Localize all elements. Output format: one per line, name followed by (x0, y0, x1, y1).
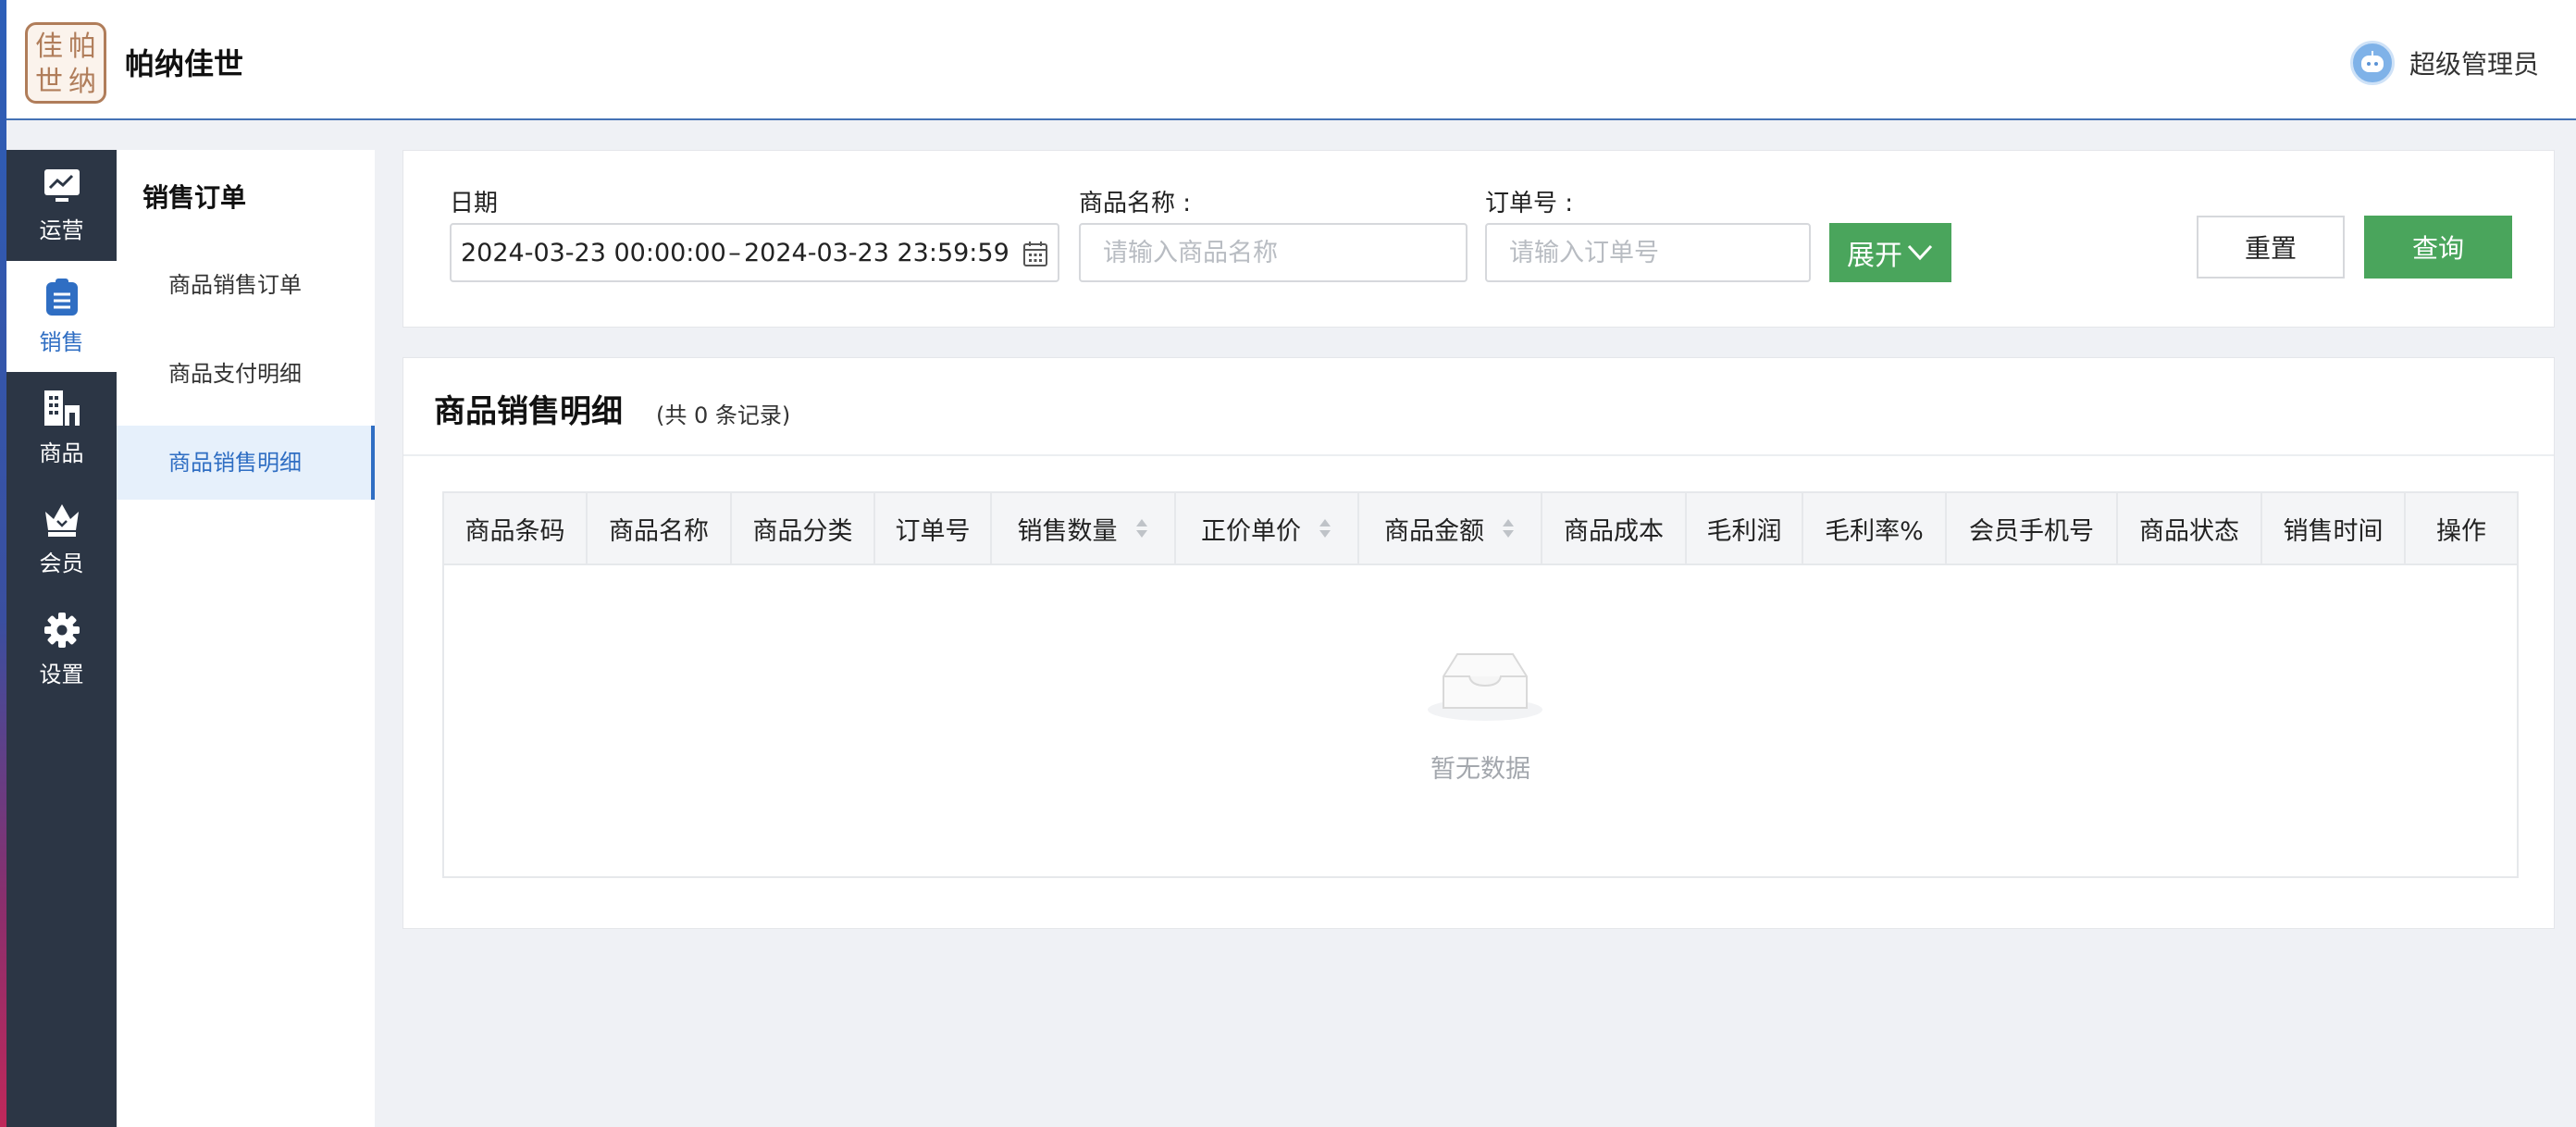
primary-nav: 运营 销售 商品 会员 设置 (6, 150, 117, 1127)
date-range-picker[interactable]: 2024-03-23 00:00:00 – 2024-03-23 23:59:5… (450, 223, 1059, 282)
user-menu[interactable]: 超级管理员 (2349, 41, 2539, 85)
column-label: 商品成本 (1564, 516, 1664, 546)
nav-item-operations[interactable]: 运营 (6, 150, 117, 261)
column-label: 会员手机号 (1969, 516, 2094, 546)
product-name-input[interactable] (1079, 223, 1468, 282)
column-header-gross-profit: 毛利润 (1687, 493, 1803, 564)
logo-char: 世 (35, 66, 63, 98)
column-label: 毛利润 (1706, 516, 1782, 546)
page-title: 商品销售明细 (434, 393, 623, 430)
nav-label: 商品 (39, 440, 84, 466)
top-header: 佳 帕 世 纳 帕纳佳世 超级管理员 (6, 0, 2576, 120)
column-label: 商品金额 (1384, 516, 1484, 546)
column-header-member-phone: 会员手机号 (1947, 493, 2118, 564)
crown-icon (44, 503, 79, 537)
column-header-sale-time: 销售时间 (2262, 493, 2406, 564)
sub-nav: 销售订单 商品销售订单 商品支付明细 商品销售明细 (117, 150, 375, 1127)
expand-label: 展开 (1847, 241, 1902, 271)
robot-avatar-icon (2360, 51, 2384, 72)
column-label: 正价单价 (1201, 516, 1301, 546)
column-label: 商品条码 (464, 516, 565, 546)
brand-name: 帕纳佳世 (125, 46, 244, 81)
filter-panel: 日期 2024-03-23 00:00:00 – 2024-03-23 23:5… (402, 150, 2555, 328)
chevron-down-icon (1907, 244, 1933, 261)
column-header-category: 商品分类 (732, 493, 875, 564)
column-label: 商品名称 (609, 516, 709, 546)
column-label: 商品状态 (2139, 516, 2239, 546)
clipboard-icon (45, 278, 78, 316)
gear-icon (43, 612, 80, 648)
column-header-amount[interactable]: 商品金额 (1359, 493, 1542, 564)
date-start-value[interactable]: 2024-03-23 00:00:00 (461, 239, 725, 267)
empty-inbox-icon (1428, 653, 1542, 721)
column-header-order-number: 订单号 (875, 493, 992, 564)
window-edge-strip (0, 0, 6, 1127)
column-header-cost: 商品成本 (1542, 493, 1687, 564)
nav-item-sales[interactable]: 销售 (6, 261, 117, 372)
query-button[interactable]: 查询 (2364, 216, 2512, 279)
table-header: 商品条码 商品名称 商品分类 订单号 销售数量 正价单价 商品金额 商品成本 毛… (444, 493, 2517, 565)
column-label: 订单号 (895, 516, 971, 546)
column-header-barcode: 商品条码 (444, 493, 588, 564)
user-name[interactable]: 超级管理员 (2409, 44, 2539, 81)
app-root: 佳 帕 世 纳 帕纳佳世 超级管理员 运营 销售 商品 会员 设置 销售订单 商… (0, 0, 2576, 1127)
result-panel: 商品销售明细 (共 0 条记录) 商品条码 商品名称 商品分类 订单号 销售数量 (402, 357, 2555, 929)
data-table: 商品条码 商品名称 商品分类 订单号 销售数量 正价单价 商品金额 商品成本 毛… (442, 491, 2519, 878)
column-header-product-name: 商品名称 (588, 493, 732, 564)
date-end-value[interactable]: 2024-03-23 23:59:59 (744, 239, 1009, 267)
column-header-list-price[interactable]: 正价单价 (1176, 493, 1359, 564)
expand-filters-button[interactable]: 展开 (1829, 223, 1951, 282)
column-label: 销售时间 (2283, 516, 2384, 546)
calendar-icon (1023, 242, 1047, 266)
product-name-label: 商品名称 : (1079, 190, 1192, 217)
order-number-input[interactable] (1485, 223, 1811, 282)
nav-label: 销售 (39, 328, 84, 355)
nav-item-products[interactable]: 商品 (6, 372, 117, 483)
avatar[interactable] (2349, 41, 2395, 85)
sort-icon[interactable] (1134, 517, 1149, 539)
column-header-status: 商品状态 (2118, 493, 2262, 564)
column-label: 销售数量 (1017, 516, 1118, 546)
column-label: 操作 (2436, 516, 2486, 546)
sort-icon[interactable] (1318, 517, 1332, 539)
sort-icon[interactable] (1501, 517, 1516, 539)
empty-text: 暂无数据 (1430, 755, 1530, 784)
sub-nav-item-payment-details[interactable]: 商品支付明细 (117, 337, 375, 411)
column-label: 商品分类 (752, 516, 853, 546)
nav-label: 设置 (39, 661, 84, 687)
record-count: (共 0 条记录) (656, 402, 791, 428)
order-number-label: 订单号 : (1485, 190, 1574, 217)
logo-char: 佳 (35, 31, 63, 63)
nav-label: 运营 (39, 217, 84, 243)
column-header-actions: 操作 (2406, 493, 2517, 564)
building-icon (43, 390, 80, 426)
reset-button[interactable]: 重置 (2197, 216, 2345, 279)
column-header-margin: 毛利率% (1803, 493, 1947, 564)
nav-item-members[interactable]: 会员 (6, 483, 117, 594)
column-label: 毛利率% (1825, 516, 1924, 546)
logo-char: 帕 (68, 31, 96, 63)
sub-nav-item-sales-orders[interactable]: 商品销售订单 (117, 248, 375, 322)
nav-label: 会员 (39, 550, 84, 576)
nav-item-settings[interactable]: 设置 (6, 594, 117, 705)
date-separator: – (728, 238, 741, 267)
column-header-sales-qty[interactable]: 销售数量 (992, 493, 1176, 564)
date-label: 日期 (450, 190, 499, 217)
result-header: 商品销售明细 (共 0 条记录) (403, 358, 2554, 456)
empty-state: 暂无数据 (444, 565, 2517, 878)
sub-nav-item-sales-details[interactable]: 商品销售明细 (117, 426, 375, 500)
logo-char: 纳 (68, 66, 96, 98)
brand-logo[interactable]: 佳 帕 世 纳 (25, 22, 106, 104)
sub-nav-title: 销售订单 (142, 182, 247, 213)
monitor-icon (43, 168, 80, 202)
